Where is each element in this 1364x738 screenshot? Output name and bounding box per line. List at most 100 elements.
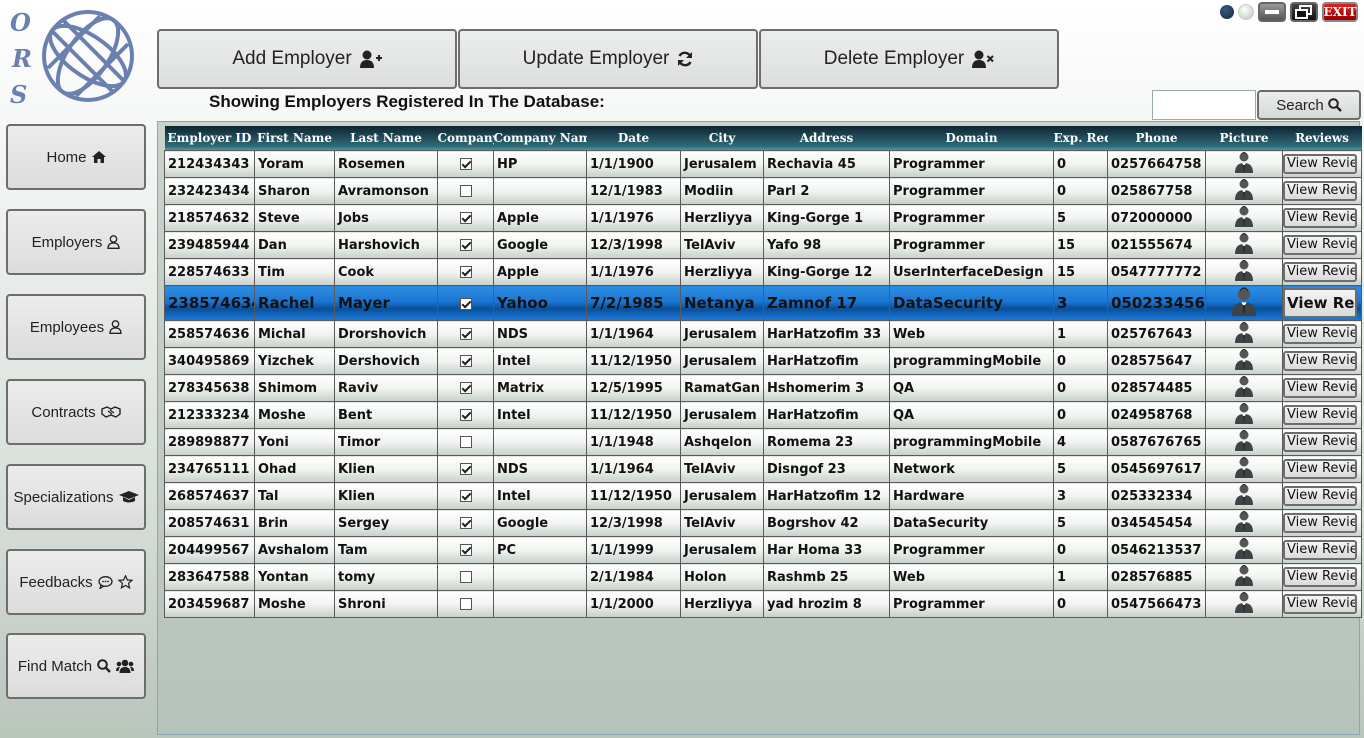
cell-company-name[interactable]: Intel <box>493 401 587 429</box>
cell-domain[interactable]: programmingMobile <box>889 428 1054 456</box>
cell-first[interactable]: Yoni <box>254 428 335 456</box>
column-header[interactable]: First Name <box>254 126 335 151</box>
company-checkbox[interactable] <box>459 409 472 421</box>
cell-address[interactable]: Parl 2 <box>763 177 890 205</box>
cell-company[interactable] <box>437 285 494 321</box>
cell-id[interactable]: 268574637 <box>164 482 255 510</box>
cell-company[interactable] <box>437 401 494 429</box>
table-row[interactable]: 278345638 Shimom Raviv Matrix 12/5/1995 Ramat… <box>164 374 1362 402</box>
cell-exp[interactable]: 0 <box>1053 401 1108 429</box>
column-header[interactable]: Domain <box>889 126 1054 151</box>
table-row[interactable]: 232423434 Sharon Avramonson 12/1/1983 Modiin… <box>164 177 1362 205</box>
cell-phone[interactable]: 072000000 <box>1107 204 1206 232</box>
cell-domain[interactable]: DataSecurity <box>889 509 1054 537</box>
cell-first[interactable]: Avshalom <box>254 536 335 564</box>
cell-id[interactable]: 208574631 <box>164 509 255 537</box>
cell-first[interactable]: Tim <box>254 258 335 286</box>
view-reviews-button[interactable]: View Revie <box>1283 262 1357 282</box>
company-checkbox[interactable] <box>459 382 472 394</box>
cell-city[interactable]: Ashqelon <box>680 428 764 456</box>
view-reviews-button[interactable]: View Revie <box>1283 378 1357 398</box>
cell-exp[interactable]: 3 <box>1053 285 1108 321</box>
cell-exp[interactable]: 0 <box>1053 374 1108 402</box>
view-reviews-button[interactable]: View Revie <box>1283 486 1357 506</box>
sidebar-item-home[interactable]: Home <box>6 124 146 190</box>
cell-first[interactable]: Yontan <box>254 563 335 591</box>
cell-first[interactable]: Yoram <box>254 150 335 178</box>
cell-last[interactable]: Rosemen <box>334 150 438 178</box>
cell-company-name[interactable]: HP <box>493 150 587 178</box>
cell-id[interactable]: 239485944 <box>164 231 255 259</box>
cell-company[interactable] <box>437 455 494 483</box>
cell-first[interactable]: Yizchek <box>254 347 335 375</box>
cell-company[interactable] <box>437 258 494 286</box>
cell-domain[interactable]: Web <box>889 320 1054 348</box>
cell-id[interactable]: 258574636 <box>164 320 255 348</box>
cell-first[interactable]: Dan <box>254 231 335 259</box>
cell-company-name[interactable]: Intel <box>493 482 587 510</box>
cell-address[interactable]: yad hrozim 8 <box>763 590 890 618</box>
cell-date[interactable]: 11/12/1950 <box>586 401 681 429</box>
cell-last[interactable]: tomy <box>334 563 438 591</box>
table-row[interactable]: 234765111 Ohad Klien NDS 1/1/1964 TelAviv Disn… <box>164 455 1362 483</box>
cell-phone[interactable]: 025867758 <box>1107 177 1206 205</box>
cell-domain[interactable]: Programmer <box>889 177 1054 205</box>
column-header[interactable]: Reviews <box>1282 126 1362 151</box>
cell-last[interactable]: Sergey <box>334 509 438 537</box>
cell-company-name[interactable]: Apple <box>493 258 587 286</box>
table-row[interactable]: 212434343 Yoram Rosemen HP 1/1/1900 Jerusalem… <box>164 150 1362 178</box>
cell-last[interactable]: Drorshovich <box>334 320 438 348</box>
cell-phone[interactable]: 0502334567 <box>1107 285 1206 321</box>
column-header[interactable]: Phone <box>1107 126 1206 151</box>
cell-company-name[interactable]: Google <box>493 509 587 537</box>
cell-first[interactable]: Brin <box>254 509 335 537</box>
view-reviews-button[interactable]: View Revie <box>1283 351 1357 371</box>
cell-address[interactable]: Har Homa 33 <box>763 536 890 564</box>
cell-exp[interactable]: 1 <box>1053 563 1108 591</box>
cell-phone[interactable]: 024958768 <box>1107 401 1206 429</box>
company-checkbox[interactable] <box>459 266 472 278</box>
cell-first[interactable]: Ohad <box>254 455 335 483</box>
cell-city[interactable]: Jerusalem <box>680 401 764 429</box>
cell-domain[interactable]: UserInterfaceDesign <box>889 258 1054 286</box>
cell-date[interactable]: 11/12/1950 <box>586 482 681 510</box>
cell-address[interactable]: King-Gorge 12 <box>763 258 890 286</box>
cell-domain[interactable]: Hardware <box>889 482 1054 510</box>
cell-first[interactable]: Shimom <box>254 374 335 402</box>
column-header[interactable]: Picture <box>1205 126 1283 151</box>
company-checkbox[interactable] <box>459 598 472 610</box>
company-checkbox[interactable] <box>459 544 472 556</box>
view-reviews-button[interactable]: View Revie <box>1283 208 1357 228</box>
cell-last[interactable]: Klien <box>334 455 438 483</box>
cell-company-name[interactable] <box>493 563 587 591</box>
cell-phone[interactable]: 0257664758 <box>1107 150 1206 178</box>
company-checkbox[interactable] <box>459 328 472 340</box>
cell-date[interactable]: 12/3/1998 <box>586 231 681 259</box>
cell-last[interactable]: Tam <box>334 536 438 564</box>
table-row[interactable]: 289898877 Yoni Timor 1/1/1948 Ashqelon Romema… <box>164 428 1362 456</box>
cell-address[interactable]: Bogrshov 42 <box>763 509 890 537</box>
search-input[interactable] <box>1152 90 1256 120</box>
cell-id[interactable]: 203459687 <box>164 590 255 618</box>
table-row[interactable]: 208574631 Brin Sergey Google 12/3/1998 TelAvi… <box>164 509 1362 537</box>
cell-address[interactable]: Zamnof 17 <box>763 285 890 321</box>
cell-last[interactable]: Bent <box>334 401 438 429</box>
cell-last[interactable]: Mayer <box>334 285 438 321</box>
cell-company-name[interactable]: Matrix <box>493 374 587 402</box>
cell-date[interactable]: 11/12/1950 <box>586 347 681 375</box>
cell-id[interactable]: 212333234 <box>164 401 255 429</box>
cell-company[interactable] <box>437 231 494 259</box>
table-row[interactable]: 258574636 Michal Drorshovich NDS 1/1/1964 Jer… <box>164 320 1362 348</box>
exit-button[interactable]: EXIT <box>1322 2 1358 22</box>
cell-date[interactable]: 1/1/1964 <box>586 320 681 348</box>
cell-city[interactable]: RamatGan <box>680 374 764 402</box>
cell-company-name[interactable]: NDS <box>493 455 587 483</box>
cell-phone[interactable]: 0545697617 <box>1107 455 1206 483</box>
cell-phone[interactable]: 025767643 <box>1107 320 1206 348</box>
cell-date[interactable]: 12/1/1983 <box>586 177 681 205</box>
cell-date[interactable]: 12/5/1995 <box>586 374 681 402</box>
cell-company-name[interactable]: Yahoo <box>493 285 587 321</box>
cell-first[interactable]: Steve <box>254 204 335 232</box>
cell-address[interactable]: Romema 23 <box>763 428 890 456</box>
cell-city[interactable]: TelAviv <box>680 455 764 483</box>
